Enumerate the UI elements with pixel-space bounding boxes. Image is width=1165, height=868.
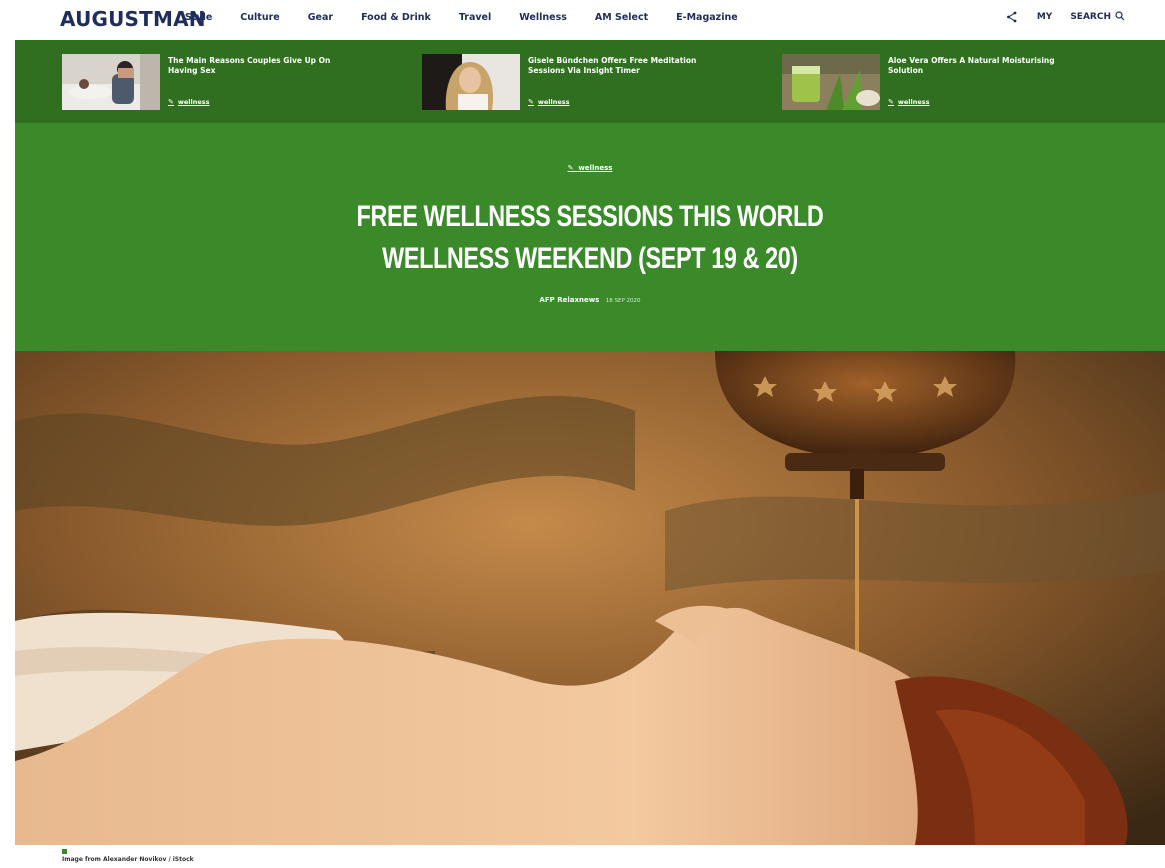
top-navigation: AUGUSTMAN Style Culture Gear Food & Drin…: [0, 0, 1165, 40]
related-tag-label: wellness: [537, 98, 570, 106]
nav-travel[interactable]: Travel: [459, 12, 491, 23]
tag-icon: ✎: [528, 98, 534, 106]
related-article-2[interactable]: Gisele Bündchen Offers Free Meditation S…: [422, 54, 702, 110]
article-meta: AFP Relaxnews 18 SEP 2020: [15, 296, 1165, 304]
nav-e-magazine[interactable]: E-Magazine: [676, 12, 738, 23]
image-caption: Image from Alexander Novikov / iStock: [62, 856, 194, 863]
search-icon: [1115, 10, 1125, 24]
related-thumbnail-gisele[interactable]: [422, 54, 520, 110]
related-articles-strip: The Main Reasons Couples Give Up On Havi…: [15, 40, 1165, 123]
tag-icon: ✎: [567, 164, 574, 172]
nav-style[interactable]: Style: [185, 12, 212, 23]
related-article-3[interactable]: Aloe Vera Offers A Natural Moisturising …: [782, 54, 1062, 110]
main-menu: Style Culture Gear Food & Drink Travel W…: [185, 12, 766, 23]
nav-am-select[interactable]: AM Select: [595, 12, 648, 23]
search-button[interactable]: SEARCH: [1070, 10, 1125, 24]
article-category[interactable]: ✎ wellness: [15, 164, 1165, 172]
article-header: ✎ wellness FREE WELLNESS SESSIONS THIS W…: [15, 123, 1165, 351]
nav-utilities: MY SEARCH: [1005, 10, 1125, 24]
related-thumbnail-couple[interactable]: [62, 54, 160, 110]
caption-marker: [62, 849, 67, 854]
article-title-line-1: FREE WELLNESS SESSIONS THIS WORLD: [356, 200, 824, 233]
nav-gear[interactable]: Gear: [308, 12, 333, 23]
nav-food-drink[interactable]: Food & Drink: [361, 12, 431, 23]
my-account-link[interactable]: MY: [1037, 12, 1052, 22]
site-logo[interactable]: AUGUSTMAN: [60, 7, 206, 31]
article-title-line-2: WELLNESS WEEKEND (SEPT 19 & 20): [382, 242, 798, 275]
article-category-label: wellness: [578, 164, 613, 172]
share-icon[interactable]: [1005, 10, 1019, 24]
search-label: SEARCH: [1070, 12, 1111, 22]
related-tag[interactable]: ✎ wellness: [888, 98, 930, 106]
related-title[interactable]: Gisele Bündchen Offers Free Meditation S…: [528, 56, 698, 76]
article-hero-image: [15, 351, 1165, 845]
article-title: FREE WELLNESS SESSIONS THIS WORLD WELLNE…: [142, 196, 1039, 280]
nav-wellness[interactable]: Wellness: [519, 12, 567, 23]
related-title[interactable]: Aloe Vera Offers A Natural Moisturising …: [888, 56, 1058, 76]
related-article-1[interactable]: The Main Reasons Couples Give Up On Havi…: [62, 54, 342, 110]
related-tag[interactable]: ✎ wellness: [528, 98, 570, 106]
tag-icon: ✎: [168, 98, 174, 106]
related-thumbnail-aloe[interactable]: [782, 54, 880, 110]
related-tag[interactable]: ✎ wellness: [168, 98, 210, 106]
related-tag-label: wellness: [177, 98, 210, 106]
related-title[interactable]: The Main Reasons Couples Give Up On Havi…: [168, 56, 338, 76]
article-date: 18 SEP 2020: [605, 298, 641, 304]
tag-icon: ✎: [888, 98, 894, 106]
related-tag-label: wellness: [897, 98, 930, 106]
article-author[interactable]: AFP Relaxnews: [539, 296, 599, 304]
nav-culture[interactable]: Culture: [240, 12, 279, 23]
